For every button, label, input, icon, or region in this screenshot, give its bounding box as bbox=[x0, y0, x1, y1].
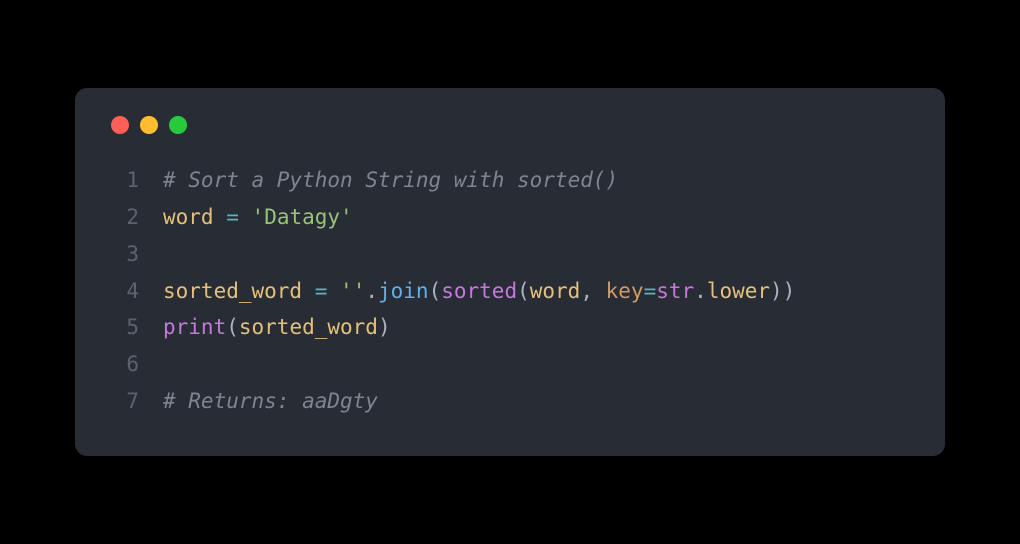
code-token: lower bbox=[707, 279, 770, 303]
code-content[interactable]: word = 'Datagy' bbox=[163, 199, 913, 236]
code-token: word bbox=[530, 279, 581, 303]
code-token: ( bbox=[429, 279, 442, 303]
code-token: print bbox=[163, 315, 226, 339]
code-token: ( bbox=[226, 315, 239, 339]
code-line: 1 # Sort a Python String with sorted() bbox=[107, 162, 913, 199]
code-content[interactable]: # Returns: aaDgty bbox=[163, 383, 913, 420]
code-token: . bbox=[365, 279, 378, 303]
line-number: 1 bbox=[107, 162, 139, 199]
code-line: 6 bbox=[107, 346, 913, 383]
code-token: = bbox=[644, 279, 657, 303]
code-content[interactable]: print(sorted_word) bbox=[163, 309, 913, 346]
code-token: sorted_word bbox=[163, 279, 302, 303]
code-token: # Returns: aaDgty bbox=[163, 389, 378, 413]
code-content[interactable] bbox=[163, 346, 913, 383]
code-token: 'Datagy' bbox=[252, 205, 353, 229]
code-token bbox=[302, 279, 315, 303]
code-content[interactable]: sorted_word = ''.join(sorted(word, key=s… bbox=[163, 273, 913, 310]
code-token: sorted bbox=[441, 279, 517, 303]
code-token: sorted_word bbox=[239, 315, 378, 339]
code-content[interactable]: # Sort a Python String with sorted() bbox=[163, 162, 913, 199]
code-content[interactable] bbox=[163, 236, 913, 273]
code-line: 3 bbox=[107, 236, 913, 273]
close-icon[interactable] bbox=[111, 116, 129, 134]
code-token: . bbox=[694, 279, 707, 303]
line-number: 5 bbox=[107, 309, 139, 346]
code-token bbox=[214, 205, 227, 229]
code-token: ) bbox=[378, 315, 391, 339]
line-number: 4 bbox=[107, 273, 139, 310]
code-line: 2 word = 'Datagy' bbox=[107, 199, 913, 236]
code-token: ( bbox=[517, 279, 530, 303]
code-token: , bbox=[580, 279, 605, 303]
code-token: = bbox=[315, 279, 328, 303]
window-controls bbox=[107, 116, 913, 134]
code-token: key bbox=[606, 279, 644, 303]
code-token: word bbox=[163, 205, 214, 229]
line-number: 6 bbox=[107, 346, 139, 383]
minimize-icon[interactable] bbox=[140, 116, 158, 134]
code-editor-window: 1 # Sort a Python String with sorted() 2 wo… bbox=[75, 88, 945, 455]
line-number: 3 bbox=[107, 236, 139, 273]
code-token: join bbox=[378, 279, 429, 303]
code-token: '' bbox=[340, 279, 365, 303]
line-number: 7 bbox=[107, 383, 139, 420]
code-token: # Sort a Python String with sorted() bbox=[163, 168, 618, 192]
code-line: 5 print(sorted_word) bbox=[107, 309, 913, 346]
code-token: )) bbox=[770, 279, 795, 303]
code-token bbox=[239, 205, 252, 229]
code-line: 4sorted_word = ''.join(sorted(word, key=… bbox=[107, 273, 913, 310]
code-token bbox=[327, 279, 340, 303]
line-number: 2 bbox=[107, 199, 139, 236]
code-line: 7 # Returns: aaDgty bbox=[107, 383, 913, 420]
code-area: 1 # Sort a Python String with sorted() 2 wo… bbox=[107, 162, 913, 419]
maximize-icon[interactable] bbox=[169, 116, 187, 134]
code-token: str bbox=[656, 279, 694, 303]
code-token: = bbox=[226, 205, 239, 229]
